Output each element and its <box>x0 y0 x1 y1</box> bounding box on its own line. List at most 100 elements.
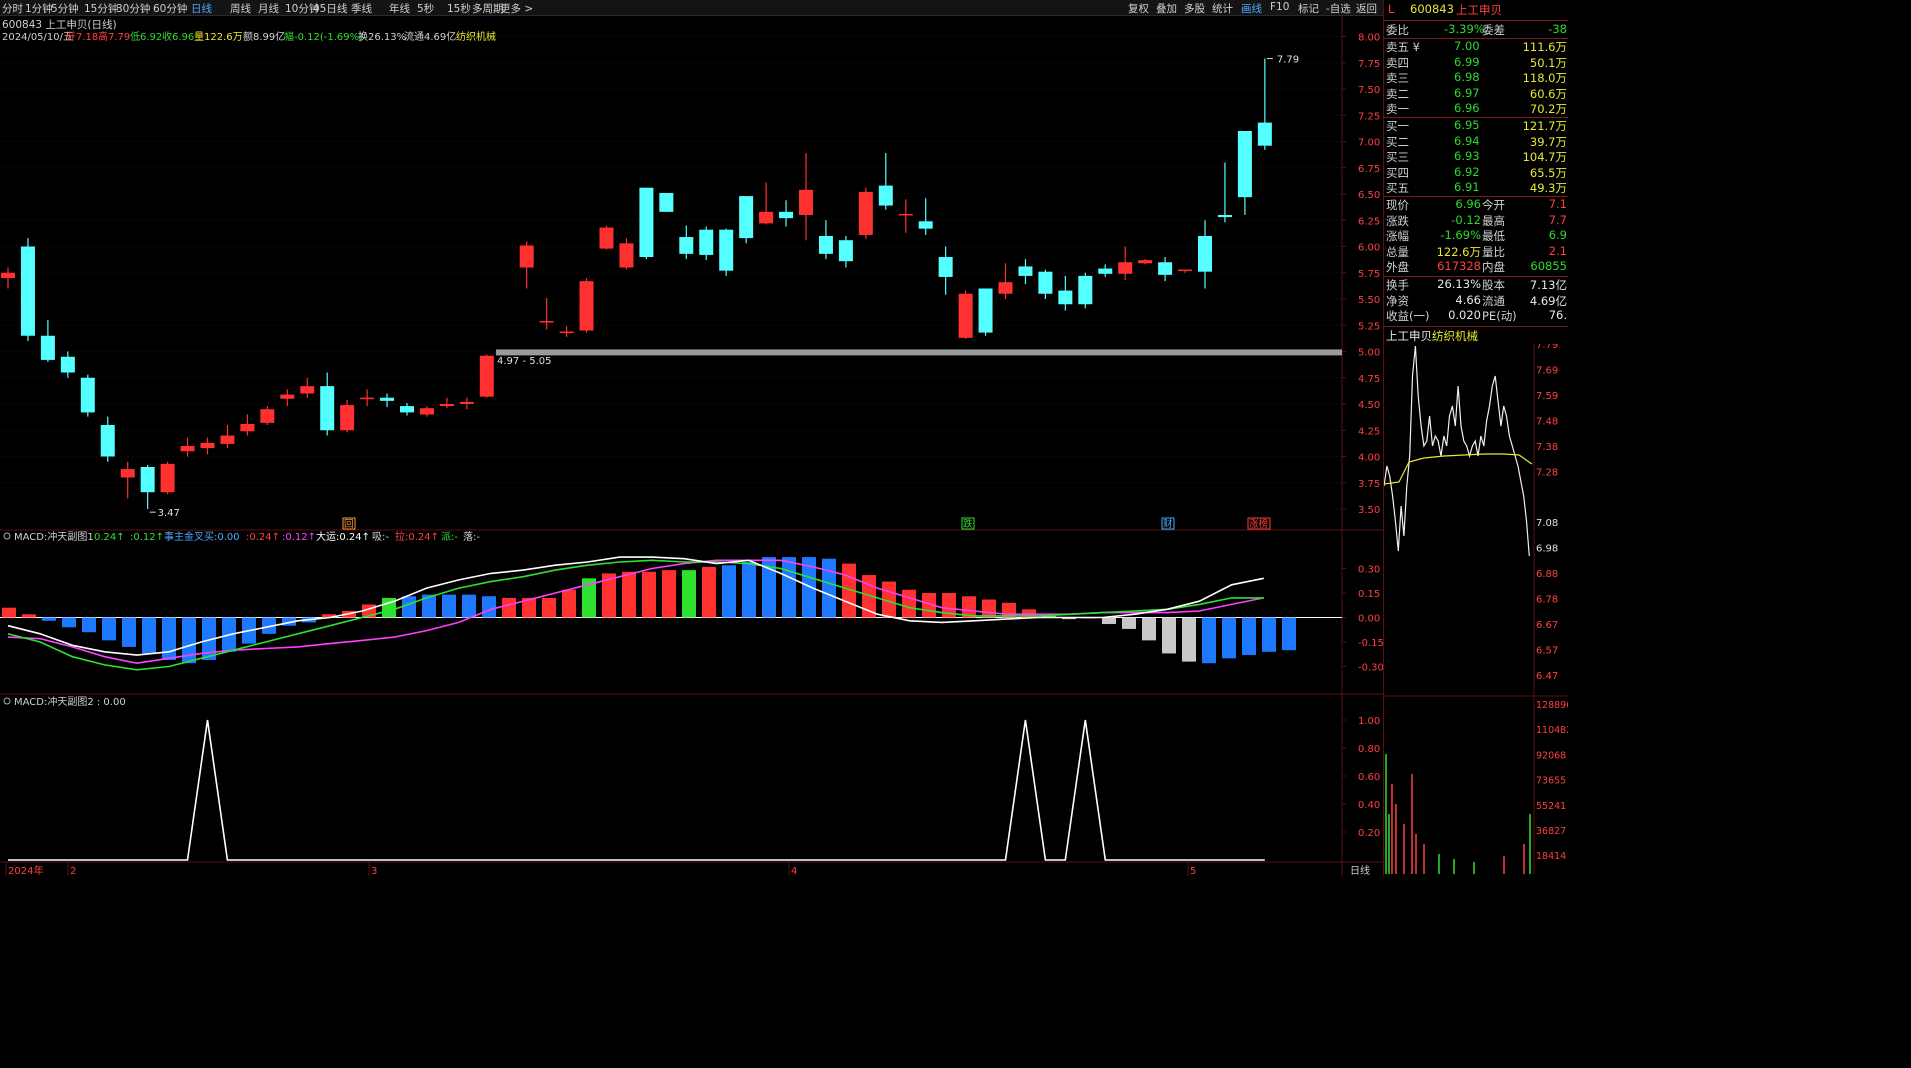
period-tab-8[interactable]: 月线 <box>258 1 279 16</box>
intraday-mini-chart[interactable]: 7.79 7.69 7.59 7.48 7.38 7.28 7.08 6.98 6.88 6.78… <box>1384 344 1568 874</box>
bid-volume: 39.7万 <box>1529 134 1567 149</box>
y-tick-label: 3.75 <box>1358 479 1380 490</box>
toolbar-button-3[interactable]: 统计 <box>1212 1 1233 16</box>
period-tab-4[interactable]: 30分钟 <box>116 1 150 16</box>
period-tab-3[interactable]: 15分钟 <box>84 1 118 16</box>
stock-name: 上工申贝 <box>1456 3 1502 17</box>
macd-hist-bar <box>1182 617 1196 662</box>
macd-hist-bar <box>162 617 176 660</box>
period-tab-0[interactable]: 分时 <box>2 1 23 16</box>
fund-label: 换手 <box>1386 278 1409 292</box>
header-field-6: 额8.99亿 <box>243 30 285 43</box>
stat-label: 量比 <box>1482 244 1505 259</box>
toolbar-button-0[interactable]: 复权 <box>1128 1 1149 16</box>
macd-hist-bar <box>402 596 416 618</box>
candle-body <box>1038 271 1053 294</box>
macd-hist-bar <box>142 617 156 654</box>
candle-body <box>559 331 574 334</box>
candle-body <box>599 227 614 249</box>
period-tab-5[interactable]: 60分钟 <box>153 1 187 16</box>
candle-body <box>918 221 933 229</box>
macd-hist-bar <box>122 617 136 647</box>
macd-hist-bar <box>1262 617 1276 652</box>
candle-body <box>858 191 873 235</box>
macd-hist-bar <box>822 558 836 618</box>
mini-y-tick: 6.57 <box>1536 646 1558 657</box>
candle-body <box>1098 268 1113 274</box>
period-tab-16[interactable]: 更多 > <box>500 1 533 16</box>
header-field-3: 低6.92 <box>130 30 162 43</box>
macd-hist-bar <box>562 589 576 618</box>
candle-body <box>60 356 75 373</box>
header-field-2: 高7.79 <box>98 30 130 43</box>
macd1-y-tick: -0.15 <box>1358 638 1383 649</box>
fundamental-row: 换手 26.13% 股本 7.13亿 <box>1384 277 1568 293</box>
period-tab-13[interactable]: 5秒 <box>417 1 434 16</box>
toolbar-button-7[interactable]: -自选 <box>1326 1 1351 16</box>
candle-body <box>300 386 315 394</box>
macd2-y-tick: 0.40 <box>1358 800 1380 811</box>
period-tab-2[interactable]: 5分钟 <box>51 1 79 16</box>
candle-body <box>1078 275 1093 305</box>
y-tick-label: 3.50 <box>1358 505 1380 516</box>
period-tab-12[interactable]: 年线 <box>389 1 410 16</box>
toolbar-button-6[interactable]: 标记 <box>1298 1 1319 16</box>
fund-label: 收益(一) <box>1386 309 1430 324</box>
candle-body <box>1198 236 1212 272</box>
period-tab-1[interactable]: 1分钟 <box>25 1 53 16</box>
bid-price: 6.93 <box>1454 149 1480 164</box>
candle-body <box>160 463 175 493</box>
stat-label: 外盘 <box>1386 260 1409 275</box>
period-tab-7[interactable]: 周线 <box>230 1 251 16</box>
mini-y-tick: 6.47 <box>1536 671 1558 682</box>
macd-hist-bar <box>1102 617 1116 625</box>
toolbar-button-2[interactable]: 多股 <box>1184 1 1205 16</box>
macd2-y-tick: 1.00 <box>1358 716 1380 727</box>
period-footer-label: 日线 <box>1350 864 1370 876</box>
candle-body <box>419 408 434 415</box>
period-tab-15[interactable]: 多周期 <box>472 1 504 16</box>
candle-body <box>1118 262 1133 274</box>
divider <box>1384 20 1568 21</box>
macd-hist-bar <box>642 571 656 618</box>
candle-body <box>838 240 853 262</box>
event-marker-1: 跌 <box>963 518 973 530</box>
macd1-value-9: 落:- <box>463 531 480 543</box>
macd-hist-bar <box>442 594 456 618</box>
period-tab-10[interactable]: 45日线 <box>313 1 347 16</box>
macd-hist-bar <box>1142 617 1156 641</box>
candle-body <box>1018 266 1033 276</box>
period-tab-6[interactable]: 日线 <box>191 1 212 16</box>
stat-label: 今开 <box>1482 198 1505 212</box>
header-field-4: 收6.96 <box>162 30 194 43</box>
candle-body <box>1178 269 1193 272</box>
bid-row: 买四 6.92 65.5万 <box>1384 165 1568 181</box>
bid-volume: 121.7万 <box>1522 119 1567 133</box>
weidi-value: -38 <box>1548 22 1567 36</box>
period-tab-14[interactable]: 15秒 <box>447 1 471 16</box>
macd1-value-4: :0.12↑ <box>282 532 316 543</box>
fund-label: 股本 <box>1482 278 1505 292</box>
period-tab-11[interactable]: 季线 <box>351 1 372 16</box>
macd2-title: MACD:冲天副图2 : 0.00 <box>14 695 126 708</box>
ask-row: 卖五 ¥ 7.00 111.6万 <box>1384 39 1568 55</box>
header-field-10: 纺织机械 <box>456 30 496 43</box>
y-tick-label: 6.25 <box>1358 216 1380 227</box>
ask-price: 6.96 <box>1454 101 1480 116</box>
mini-y-tick: 7.69 <box>1536 366 1558 377</box>
macd1-value-7: 拉:0.24↑ <box>395 530 439 543</box>
main-chart[interactable]: 8.00 7.75 7.50 7.25 7.00 6.75 6.50 6.25 6.00 5.75… <box>0 16 1383 876</box>
candle-body <box>579 281 594 331</box>
toolbar-button-8[interactable]: 返回 <box>1356 1 1377 16</box>
header-field-7: 幅-0.12(-1.69%) <box>284 30 363 43</box>
mini-volume-tick: 55241 <box>1536 801 1566 812</box>
ask-label: 卖一 <box>1386 102 1409 117</box>
mini-volume-tick: 18414 <box>1536 851 1566 862</box>
toolbar-button-5[interactable]: F10 <box>1270 1 1289 13</box>
fund-label: PE(动) <box>1482 309 1517 324</box>
toolbar-button-1[interactable]: 叠加 <box>1156 1 1177 16</box>
mini-y-tick: 6.88 <box>1536 569 1558 580</box>
toolbar-button-4[interactable]: 画线 <box>1241 1 1262 16</box>
low-label: 3.47 <box>158 508 180 519</box>
macd-hist-bar <box>82 617 96 633</box>
